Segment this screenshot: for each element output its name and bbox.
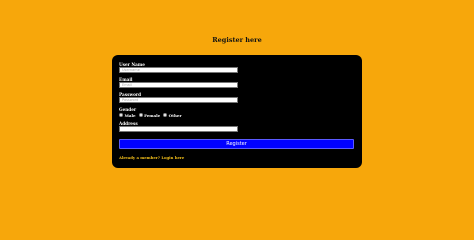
- login-prompt: Already a member? Login here: [119, 155, 184, 160]
- address-input[interactable]: [119, 126, 238, 132]
- user-name-input[interactable]: [119, 67, 238, 73]
- page-title: Register here: [212, 36, 262, 44]
- register-button[interactable]: Register: [119, 139, 354, 149]
- password-input[interactable]: [119, 97, 238, 103]
- login-prompt-text: Already a member?: [119, 155, 160, 160]
- email-input[interactable]: [119, 82, 238, 88]
- gender-male-label: Male: [124, 112, 136, 118]
- gender-other-label: Other: [168, 112, 182, 118]
- registration-form: User Name Email Password Gender Male Fem…: [112, 55, 362, 168]
- gender-other-radio[interactable]: [163, 113, 168, 117]
- gender-female-label: Female: [144, 112, 161, 118]
- gender-male-radio[interactable]: [119, 113, 123, 117]
- gender-options: Male Female Other: [119, 112, 185, 118]
- gender-female-radio[interactable]: [138, 113, 143, 117]
- login-link[interactable]: Login here: [161, 155, 184, 160]
